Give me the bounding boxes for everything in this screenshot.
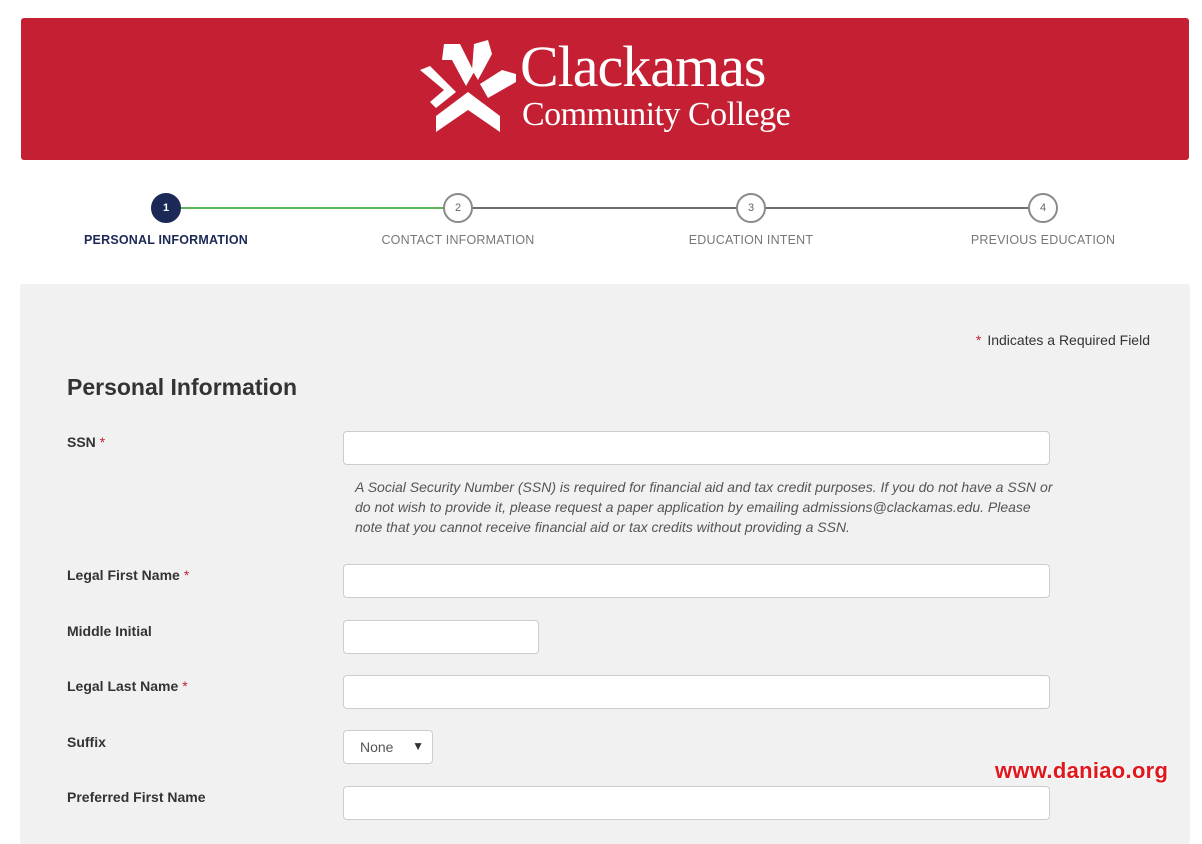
site-watermark: www.daniao.org xyxy=(995,758,1169,783)
required-star: * xyxy=(99,434,106,450)
required-note-text: Indicates a Required Field xyxy=(987,332,1150,348)
step-label: PERSONAL INFORMATION xyxy=(84,233,248,247)
required-star: * xyxy=(182,678,188,694)
step-contact-information[interactable]: 2 CONTACT INFORMATION xyxy=(328,190,588,247)
legal-last-name-label: Legal Last Name * xyxy=(67,678,188,694)
logo-title: Clackamas xyxy=(520,34,766,99)
required-field-note: * Indicates a Required Field xyxy=(976,332,1150,348)
college-logo-mark-icon xyxy=(420,40,516,132)
step-number: 2 xyxy=(443,193,473,223)
step-number: 4 xyxy=(1028,193,1058,223)
college-header: Clackamas Community College xyxy=(21,18,1189,160)
ssn-label: SSN * xyxy=(67,434,106,450)
step-label: CONTACT INFORMATION xyxy=(381,233,535,247)
middle-initial-field[interactable] xyxy=(343,620,539,654)
step-personal-information[interactable]: 1 PERSONAL INFORMATION xyxy=(36,190,296,247)
preferred-first-name-label: Preferred First Name xyxy=(67,789,206,805)
step-number: 3 xyxy=(736,193,766,223)
suffix-selected-value: None xyxy=(360,739,394,755)
application-stepper: 1 PERSONAL INFORMATION 2 CONTACT INFORMA… xyxy=(0,190,1202,260)
legal-first-name-field[interactable] xyxy=(343,564,1050,598)
suffix-select[interactable]: None ▼ xyxy=(343,730,433,764)
legal-first-name-label: Legal First Name * xyxy=(67,567,190,583)
required-star: * xyxy=(975,332,982,348)
ssn-help-text: A Social Security Number (SSN) is requir… xyxy=(355,479,1053,535)
step-number: 1 xyxy=(151,193,181,223)
suffix-label: Suffix xyxy=(67,734,106,750)
required-star: * xyxy=(183,567,190,583)
ssn-field[interactable] xyxy=(343,431,1050,465)
step-label: PREVIOUS EDUCATION xyxy=(970,233,1116,247)
middle-initial-label: Middle Initial xyxy=(67,623,152,639)
step-education-intent[interactable]: 3 EDUCATION INTENT xyxy=(621,190,881,247)
college-logo[interactable]: Clackamas Community College xyxy=(416,34,796,140)
preferred-first-name-field[interactable] xyxy=(343,786,1050,820)
step-label: EDUCATION INTENT xyxy=(688,233,814,247)
section-title: Personal Information xyxy=(67,374,298,400)
logo-subtitle: Community College xyxy=(522,96,791,133)
caret-down-icon: ▼ xyxy=(412,739,424,753)
legal-last-name-field[interactable] xyxy=(343,675,1050,709)
step-previous-education[interactable]: 4 PREVIOUS EDUCATION xyxy=(913,190,1173,247)
